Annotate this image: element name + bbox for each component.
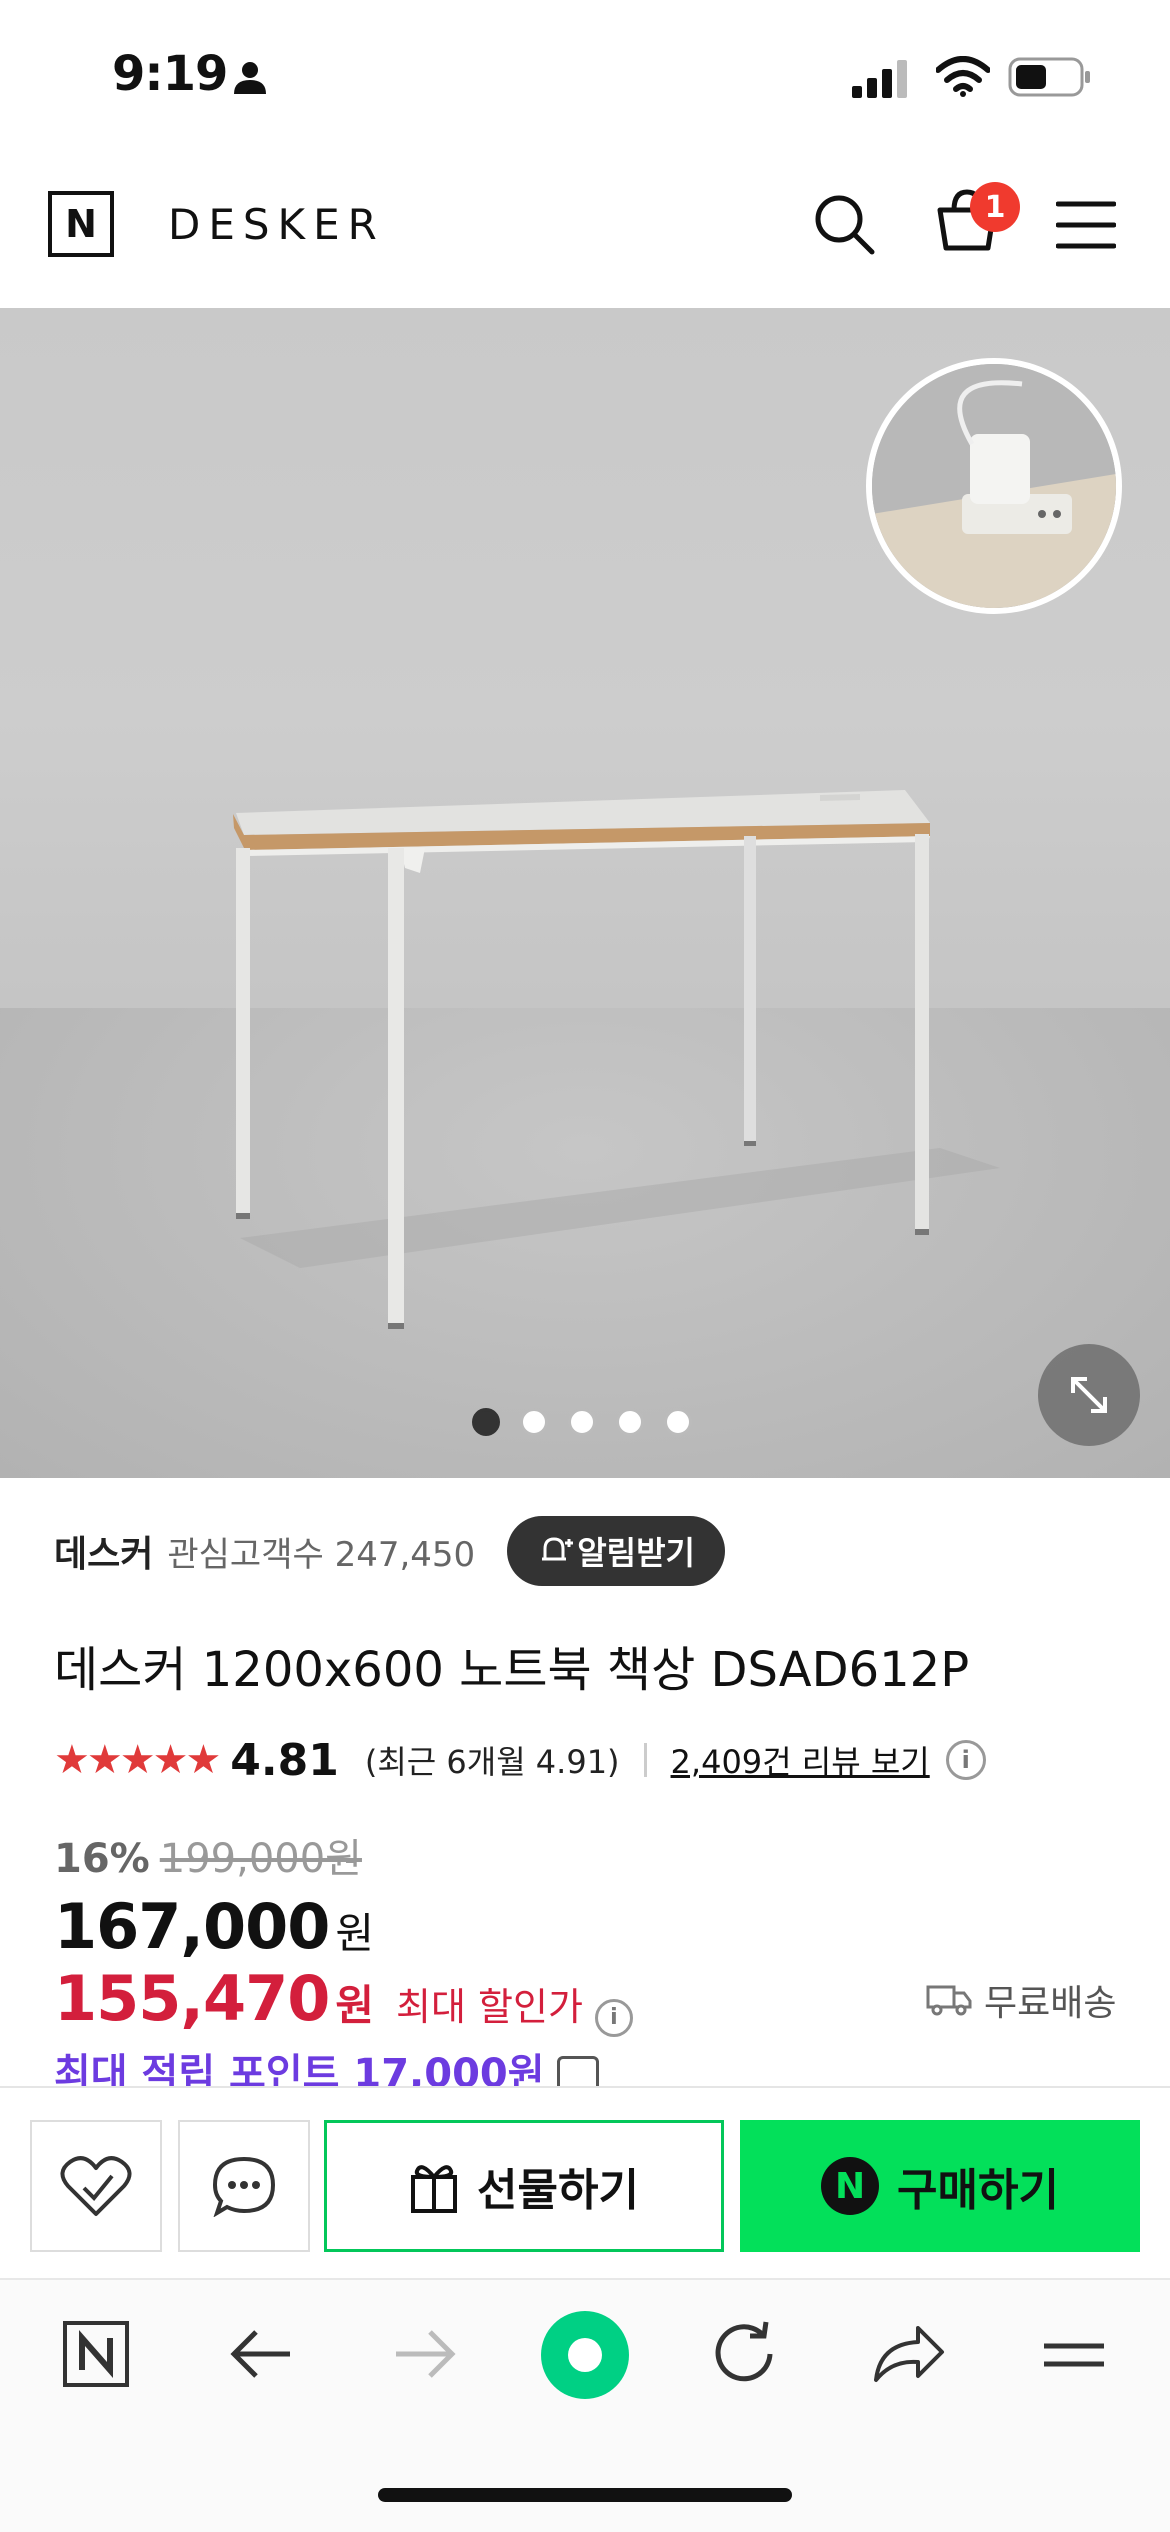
sale-price-row: 167,000 원	[54, 1890, 374, 1963]
product-image-carousel[interactable]	[0, 308, 1170, 1478]
person-icon	[232, 60, 268, 100]
notify-button[interactable]: 알림받기	[507, 1516, 725, 1586]
battery-icon	[1008, 56, 1092, 102]
review-link[interactable]: 2,409건 리뷰 보기	[671, 1737, 930, 1783]
menu-icon[interactable]	[1055, 200, 1117, 254]
brand-name[interactable]: DESKER	[168, 200, 385, 249]
rating-score: 4.81	[230, 1734, 339, 1786]
cart-count-badge: 1	[970, 182, 1020, 232]
refresh-icon[interactable]	[710, 2318, 782, 2394]
expand-icon	[1071, 1377, 1107, 1413]
rating-stars: ★★★★★	[54, 1737, 221, 1783]
free-shipping-label: 무료배송	[984, 1983, 1117, 2024]
notify-label: 알림받기	[577, 1534, 695, 1572]
carousel-dot[interactable]	[664, 1408, 692, 1436]
bell-plus-icon	[542, 1537, 574, 1561]
naver-home-icon[interactable]	[60, 2318, 132, 2394]
share-icon[interactable]	[870, 2318, 946, 2394]
discount-rate: 16%	[54, 1836, 150, 1882]
back-arrow-icon[interactable]	[226, 2318, 298, 2394]
gift-label: 선물하기	[477, 2165, 639, 2216]
site-header: N DESKER 1	[0, 150, 1170, 308]
sale-price: 167,000	[54, 1890, 330, 1963]
gift-icon	[411, 2165, 458, 2213]
currency-unit: 원	[335, 1981, 375, 2030]
detail-thumbnail[interactable]	[866, 358, 1122, 614]
wifi-icon	[935, 56, 991, 102]
currency-unit: 원	[335, 1909, 375, 1958]
talktalk-button[interactable]	[178, 2120, 310, 2252]
interest-count: 관심고객수 247,450	[167, 1534, 476, 1575]
info-icon[interactable]: i	[945, 1740, 986, 1780]
wishlist-button[interactable]	[30, 2120, 162, 2252]
original-price: 199,000원	[159, 1836, 362, 1882]
recent-rating: (최근 6개월 4.91)	[364, 1743, 620, 1781]
buy-button[interactable]: N 구매하기	[740, 2120, 1140, 2252]
heart-check-icon	[60, 2156, 132, 2216]
max-discount-price: 155,470	[54, 1962, 330, 2035]
carousel-dot[interactable]	[520, 1408, 548, 1436]
naver-logo[interactable]: N	[48, 191, 114, 257]
chat-icon	[212, 2156, 276, 2217]
discount-row: 16% 199,000원	[54, 1826, 362, 1884]
chevron-down-icon[interactable]	[556, 2056, 599, 2088]
info-icon[interactable]: i	[594, 1998, 633, 2037]
carousel-pagination	[0, 1408, 1170, 1438]
naver-pay-icon: N	[821, 2157, 880, 2215]
green-dot-icon[interactable]	[540, 2310, 630, 2404]
truck-icon	[926, 1985, 972, 2016]
status-bar: 9:19	[0, 0, 1170, 150]
rating-row: ★★★★★ 4.81 (최근 6개월 4.91) 2,409건 리뷰 보기 i	[54, 1730, 986, 1790]
status-time: 9:19	[112, 46, 228, 102]
purchase-action-bar: 선물하기 N 구매하기	[0, 2086, 1170, 2278]
carousel-dot[interactable]	[568, 1408, 596, 1436]
divider	[643, 1743, 647, 1777]
store-info-row: 데스커 관심고객수 247,450 알림받기	[54, 1516, 725, 1586]
charger-detail-image	[872, 364, 1116, 608]
max-points: 최대 적립 포인트 17,000원	[54, 2051, 545, 2088]
search-icon[interactable]	[812, 192, 876, 260]
carousel-dot[interactable]	[472, 1408, 500, 1436]
forward-arrow-icon[interactable]	[388, 2318, 460, 2394]
gift-button[interactable]: 선물하기	[324, 2120, 724, 2252]
hamburger-menu-icon[interactable]	[1038, 2318, 1110, 2394]
cellular-signal-icon	[852, 58, 912, 102]
buy-label: 구매하기	[897, 2165, 1059, 2216]
free-shipping: 무료배송	[926, 1974, 1116, 2026]
product-title: 데스커 1200x600 노트북 책상 DSAD612P	[54, 1642, 970, 1698]
carousel-dot[interactable]	[616, 1408, 644, 1436]
home-indicator[interactable]	[378, 2488, 792, 2502]
expand-image-button[interactable]	[1038, 1344, 1140, 1446]
store-name[interactable]: 데스커	[54, 1525, 153, 1577]
points-row[interactable]: 최대 적립 포인트 17,000원	[54, 2046, 599, 2088]
max-discount-label: 최대 할인가	[396, 1985, 583, 2029]
